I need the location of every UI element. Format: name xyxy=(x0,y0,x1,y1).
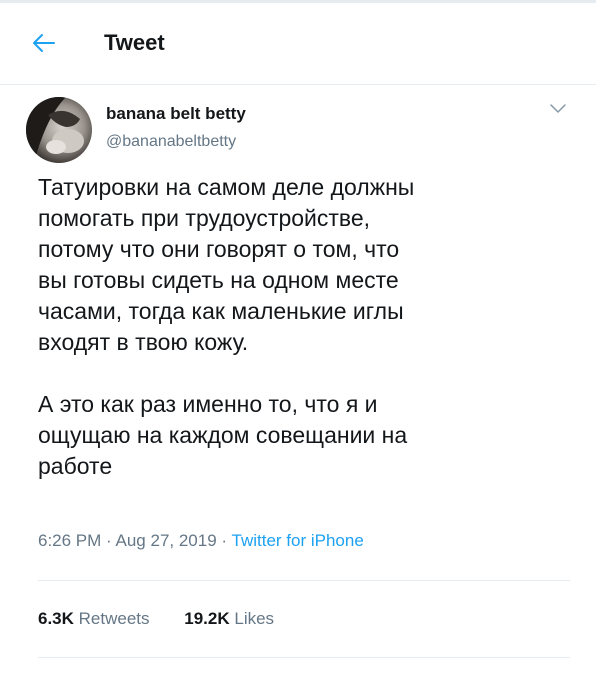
tweet-stats: 6.3K Retweets 19.2K Likes xyxy=(38,609,274,629)
tweet-time[interactable]: 6:26 PM xyxy=(38,531,101,550)
retweets-label: Retweets xyxy=(78,609,150,628)
chevron-down-icon[interactable] xyxy=(550,104,566,114)
retweets-stat[interactable]: 6.3K Retweets xyxy=(38,609,150,629)
likes-count: 19.2K xyxy=(184,609,230,628)
tweet-date[interactable]: Aug 27, 2019 xyxy=(116,531,217,550)
author-display-name[interactable]: banana belt betty xyxy=(106,104,246,124)
tweet-paragraph: А это как раз именно то, что я и ощущаю … xyxy=(38,391,408,479)
meta-separator: · xyxy=(106,531,112,550)
author-handle[interactable]: @bananabeltbetty xyxy=(106,133,236,151)
tweet-source-link[interactable]: Twitter for iPhone xyxy=(232,531,364,550)
divider xyxy=(38,580,570,581)
likes-label: Likes xyxy=(234,609,275,628)
retweets-count: 6.3K xyxy=(38,609,74,628)
page-title: Tweet xyxy=(104,30,165,55)
tweet-paragraph: Татуировки на самом деле должны помогать… xyxy=(38,174,415,355)
avatar-photo xyxy=(26,97,92,163)
divider xyxy=(38,657,570,658)
tweet-metadata: 6:26 PM · Aug 27, 2019 · Twitter for iPh… xyxy=(38,531,364,551)
tweet-header: Tweet xyxy=(0,3,596,85)
likes-stat[interactable]: 19.2K Likes xyxy=(184,609,274,629)
tweet-text: Татуировки на самом деле должны помогать… xyxy=(38,172,558,482)
avatar[interactable] xyxy=(26,97,92,163)
meta-separator: · xyxy=(221,531,228,550)
arrow-left-icon[interactable] xyxy=(30,31,56,55)
